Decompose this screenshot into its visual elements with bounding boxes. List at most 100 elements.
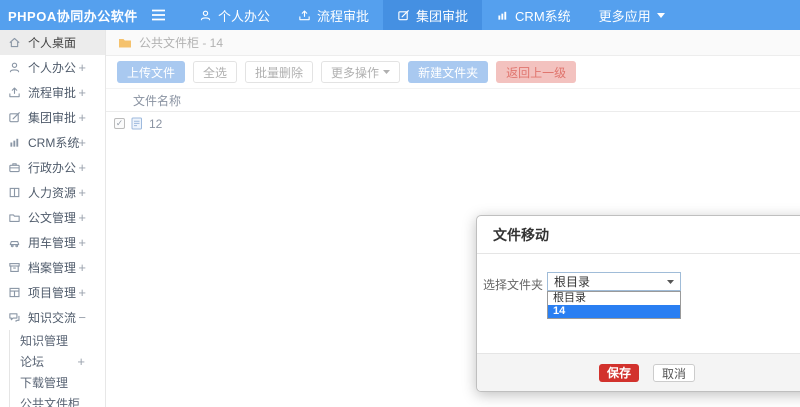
sidebar-item-label: 人力资源 bbox=[28, 186, 77, 200]
user-icon bbox=[199, 9, 212, 22]
sidebar: 个人桌面 个人办公 + 流程审批 + 集团审批 + CRM系统 + 行政办公 +… bbox=[0, 30, 106, 407]
chat-icon bbox=[8, 311, 21, 324]
briefcase-icon bbox=[8, 161, 21, 174]
breadcrumb-text: 公共文件柜 - 14 bbox=[139, 36, 224, 50]
sidebar-item-admin-office[interactable]: 行政办公 + bbox=[0, 155, 105, 180]
upload-icon bbox=[8, 86, 21, 99]
expand-icon[interactable]: + bbox=[78, 210, 86, 225]
select-all-button[interactable]: 全选 bbox=[193, 61, 238, 83]
sidebar-item-label: 公文管理 bbox=[28, 211, 77, 225]
sidebar-subitem-label: 知识管理 bbox=[20, 334, 69, 348]
home-icon bbox=[8, 36, 21, 49]
folder-select[interactable]: 根目录 bbox=[547, 272, 681, 291]
sidebar-item-personal-office[interactable]: 个人办公 + bbox=[0, 55, 105, 80]
expand-icon[interactable]: + bbox=[78, 235, 86, 250]
sidebar-subitem-knowledge-mgmt[interactable]: 知识管理 bbox=[10, 330, 105, 351]
topbar: PHPOA协同办公软件 个人办公 流程审批 集团审批 CRM系统 更多应用 bbox=[0, 0, 800, 30]
file-icon bbox=[131, 117, 143, 130]
expand-icon[interactable]: + bbox=[78, 85, 86, 100]
sidebar-item-label: 项目管理 bbox=[28, 286, 77, 300]
sidebar-item-label: 个人桌面 bbox=[28, 36, 77, 50]
more-actions-label: 更多操作 bbox=[331, 65, 380, 80]
table-row[interactable]: 12 bbox=[106, 112, 800, 135]
book-icon bbox=[8, 186, 21, 199]
sidebar-item-personal-desktop[interactable]: 个人桌面 bbox=[0, 30, 105, 55]
go-up-level-button[interactable]: 返回上一级 bbox=[496, 61, 577, 83]
car-icon bbox=[8, 236, 21, 249]
row-checkbox[interactable] bbox=[114, 118, 125, 129]
more-actions-button[interactable]: 更多操作 bbox=[321, 61, 401, 83]
sidebar-item-document-mgmt[interactable]: 公文管理 + bbox=[0, 205, 105, 230]
nav-group-approval[interactable]: 集团审批 bbox=[383, 0, 483, 30]
sidebar-subitem-label: 论坛 bbox=[20, 355, 45, 369]
sidebar-subitem-forum[interactable]: 论坛 + bbox=[10, 351, 105, 372]
user-icon bbox=[8, 61, 21, 74]
sidebar-subitem-public-file-cabinet[interactable]: 公共文件柜 bbox=[10, 393, 105, 407]
caret-down-icon bbox=[667, 279, 674, 284]
sidebar-subitem-download-mgmt[interactable]: 下载管理 bbox=[10, 372, 105, 393]
sidebar-item-workflow-approval[interactable]: 流程审批 + bbox=[0, 80, 105, 105]
sidebar-item-hr[interactable]: 人力资源 + bbox=[0, 180, 105, 205]
expand-icon[interactable]: + bbox=[78, 160, 86, 175]
knowledge-exchange-submenu: 知识管理 论坛 + 下载管理 公共文件柜 bbox=[9, 330, 105, 407]
nav-label: 个人办公 bbox=[218, 8, 271, 24]
expand-icon[interactable]: + bbox=[78, 260, 86, 275]
nav-crm-system[interactable]: CRM系统 bbox=[482, 0, 585, 30]
collapse-icon[interactable]: − bbox=[78, 310, 86, 325]
sidebar-item-vehicle-mgmt[interactable]: 用车管理 + bbox=[0, 230, 105, 255]
archive-icon bbox=[8, 261, 21, 274]
expand-icon[interactable]: + bbox=[78, 285, 86, 300]
edit-icon bbox=[397, 9, 410, 22]
nav-label: 流程审批 bbox=[317, 8, 370, 24]
folder-select-value: 根目录 bbox=[554, 275, 591, 289]
sidebar-item-label: CRM系统 bbox=[28, 136, 80, 150]
sidebar-subitem-label: 下载管理 bbox=[20, 376, 69, 390]
select-folder-label: 选择文件夹 bbox=[482, 278, 543, 292]
breadcrumb: 公共文件柜 - 14 bbox=[106, 30, 800, 56]
caret-down-icon bbox=[656, 12, 665, 18]
file-move-dialog: 文件移动 选择文件夹 根目录 根目录 14 保存 取消 bbox=[476, 215, 800, 392]
edit-icon bbox=[8, 111, 21, 124]
upload-file-button[interactable]: 上传文件 bbox=[117, 61, 186, 83]
dialog-footer: 保存 取消 bbox=[477, 353, 800, 391]
expand-icon[interactable]: + bbox=[78, 60, 86, 75]
sidebar-item-crm[interactable]: CRM系统 + bbox=[0, 130, 105, 155]
cancel-button[interactable]: 取消 bbox=[653, 363, 696, 382]
caret-down-icon bbox=[383, 70, 391, 74]
expand-icon[interactable]: + bbox=[77, 354, 85, 369]
sidebar-item-project-mgmt[interactable]: 项目管理 + bbox=[0, 280, 105, 305]
sidebar-item-group-approval[interactable]: 集团审批 + bbox=[0, 105, 105, 130]
folder-icon bbox=[118, 37, 132, 49]
nav-personal-office[interactable]: 个人办公 bbox=[185, 0, 284, 30]
file-name-column-header: 文件名称 bbox=[133, 93, 182, 108]
folder-icon bbox=[8, 211, 21, 224]
expand-icon[interactable]: + bbox=[78, 185, 86, 200]
upload-icon bbox=[298, 9, 311, 22]
file-name[interactable]: 12 bbox=[149, 117, 162, 131]
table-header: 文件名称 bbox=[106, 88, 800, 112]
sidebar-item-label: 知识交流 bbox=[28, 311, 77, 325]
save-button[interactable]: 保存 bbox=[598, 363, 639, 382]
chart-icon bbox=[8, 136, 21, 149]
expand-icon[interactable]: + bbox=[78, 110, 86, 125]
new-folder-button[interactable]: 新建文件夹 bbox=[408, 61, 489, 83]
sidebar-item-label: 用车管理 bbox=[28, 236, 77, 250]
dropdown-option-root[interactable]: 根目录 bbox=[548, 292, 680, 305]
toolbar: 上传文件 全选 批量删除 更多操作 新建文件夹 返回上一级 bbox=[106, 56, 800, 88]
sidebar-item-label: 个人办公 bbox=[28, 61, 77, 75]
sidebar-item-knowledge-exchange[interactable]: 知识交流 − bbox=[0, 305, 105, 330]
nav-label: CRM系统 bbox=[515, 8, 571, 24]
expand-icon[interactable]: + bbox=[78, 135, 86, 150]
nav-label: 更多应用 bbox=[598, 8, 651, 24]
sidebar-subitem-label: 公共文件柜 bbox=[20, 397, 81, 407]
chart-icon bbox=[496, 9, 509, 22]
sidebar-item-label: 集团审批 bbox=[28, 111, 77, 125]
nav-workflow-approval[interactable]: 流程审批 bbox=[284, 0, 383, 30]
hamburger-menu-icon[interactable] bbox=[143, 9, 173, 21]
hamburger-icon bbox=[151, 9, 165, 21]
batch-delete-button[interactable]: 批量删除 bbox=[245, 61, 314, 83]
app-logo[interactable]: PHPOA协同办公软件 bbox=[0, 6, 143, 25]
sidebar-item-archive-mgmt[interactable]: 档案管理 + bbox=[0, 255, 105, 280]
dropdown-option-14[interactable]: 14 bbox=[548, 305, 680, 318]
nav-more-apps[interactable]: 更多应用 bbox=[585, 0, 679, 30]
